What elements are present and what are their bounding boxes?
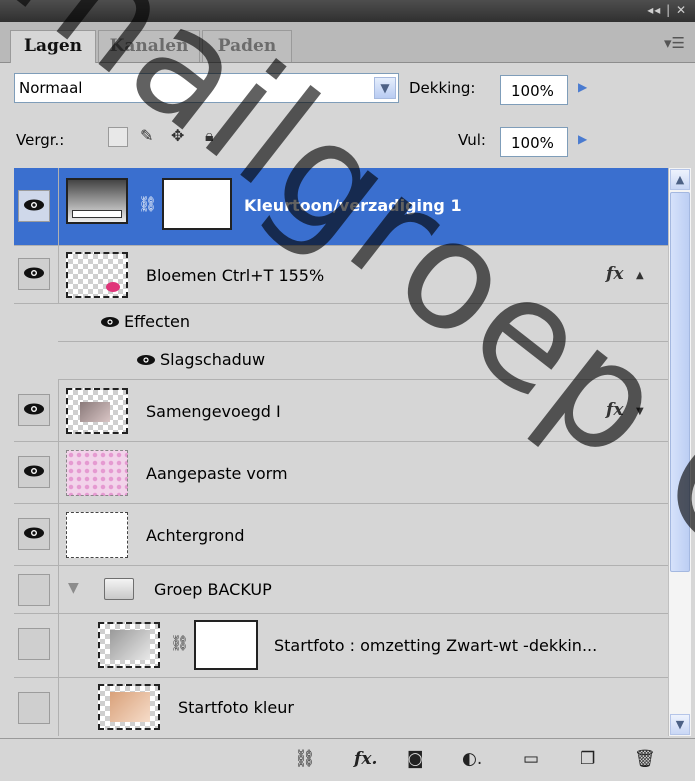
scroll-up-icon[interactable]: ▲ [670,169,690,190]
chevron-down-icon[interactable]: ▼ [374,77,396,99]
chain-link-icon[interactable]: ⛓ [170,634,189,652]
add-mask-icon[interactable]: ◙ [407,749,424,769]
layer-row-achtergrond[interactable]: Achtergrond [14,504,668,566]
layer-row-startfoto-kleur[interactable]: Startfoto kleur [14,678,668,736]
effect-drop-shadow-row[interactable]: Slagschaduw [58,342,668,380]
expand-effects-icon[interactable]: ▲ [636,270,644,281]
visibility-toggle[interactable] [18,394,50,426]
layer-thumbnail [98,622,160,668]
link-layers-icon[interactable]: ⛓ [294,749,316,769]
adjustment-layer-icon[interactable]: ◐. [462,749,482,769]
tab-kanalen[interactable]: Kanalen [98,30,200,62]
add-layer-style-icon[interactable]: fx. [354,749,377,769]
layer-row-aangepaste-vorm[interactable]: Aangepaste vorm [14,442,668,504]
fx-icon[interactable]: fx [606,264,623,284]
eye-icon [24,267,44,279]
layer-name[interactable]: Bloemen Ctrl+T 155% [146,266,324,285]
layers-scrollbar[interactable]: ▲ ▼ [668,168,691,736]
eye-icon [24,403,44,415]
layer-name[interactable]: Groep BACKUP [154,580,272,599]
layer-name[interactable]: Achtergrond [146,526,244,545]
layer-name[interactable]: Startfoto kleur [178,698,294,717]
tab-lagen[interactable]: Lagen [10,30,96,63]
folder-icon [104,578,134,600]
eye-icon [24,199,44,211]
lock-position-icon[interactable]: ✥ [171,126,184,145]
new-group-icon[interactable]: ▭ [523,749,539,769]
layer-mask-thumbnail [162,178,232,230]
panel-menu-icon[interactable]: ▾☰ [664,34,685,52]
layer-row-hue-saturation[interactable]: ⛓ Kleurtoon/verzadiging 1 [14,168,668,246]
blend-mode-select[interactable]: Normaal ▼ [14,73,399,103]
layer-thumbnail [66,450,128,496]
layer-thumbnail [66,252,128,298]
adjustment-thumbnail-icon [66,178,128,224]
layer-row-startfoto-omzetting[interactable]: ⛓ Startfoto : omzetting Zwart-wt -dekkin… [14,614,668,678]
effects-label[interactable]: Effecten [124,312,190,331]
panel-window-controls[interactable]: ◂◂ | ✕ [647,3,687,17]
lock-all-icon[interactable]: 🔒︎ [205,126,214,146]
fill-stepper-icon[interactable]: ▶ [578,132,587,146]
visibility-toggle[interactable] [18,518,50,550]
opacity-stepper-icon[interactable]: ▶ [578,80,587,94]
visibility-toggle[interactable] [18,190,50,222]
chain-link-icon[interactable]: ⛓ [138,195,157,213]
layer-mask-thumbnail [194,620,258,670]
opacity-field[interactable]: 100% [500,75,568,105]
eye-icon [137,355,155,365]
visibility-toggle[interactable] [18,692,50,724]
layer-thumbnail [98,684,160,730]
panel-title-bar: ◂◂ | ✕ [0,0,695,22]
fill-field[interactable]: 100% [500,127,568,157]
eye-icon [24,465,44,477]
scroll-down-icon[interactable]: ▼ [670,714,690,735]
layer-name[interactable]: Startfoto : omzetting Zwart-wt -dekkin..… [274,636,597,655]
eye-icon [24,527,44,539]
layer-name[interactable]: Samengevoegd I [146,402,281,421]
layer-row-samengevoegd[interactable]: Samengevoegd I fx ▼ [14,380,668,442]
layer-group-row[interactable]: ▼ Groep BACKUP [14,566,668,614]
visibility-toggle[interactable] [18,628,50,660]
layer-name[interactable]: Kleurtoon/verzadiging 1 [244,196,462,215]
visibility-toggle[interactable] [18,258,50,290]
tab-bar: Lagen Kanalen Paden ▾☰ [0,22,695,63]
fill-label: Vul: [458,131,486,149]
tab-paden[interactable]: Paden [202,30,292,62]
expand-triangle-icon[interactable]: ▼ [68,580,79,596]
blend-mode-value: Normaal [19,79,83,97]
layer-thumbnail [66,388,128,434]
opacity-value: 100% [511,82,554,100]
layer-row-bloemen[interactable]: Bloemen Ctrl+T 155% fx ▲ [14,246,668,304]
scrollbar-thumb[interactable] [670,192,690,572]
lock-label: Vergr.: [16,131,65,149]
layers-list: ⛓ Kleurtoon/verzadiging 1 Bloemen Ctrl+T… [14,168,668,736]
lock-pixels-icon[interactable]: ✎ [140,126,153,145]
fill-value: 100% [511,134,554,152]
visibility-toggle[interactable] [18,456,50,488]
collapse-effects-icon[interactable]: ▼ [636,406,644,417]
eye-icon [101,317,119,327]
opacity-label: Dekking: [409,79,476,97]
new-layer-icon[interactable]: ❐ [580,749,595,769]
layer-name[interactable]: Aangepaste vorm [146,464,288,483]
fx-icon[interactable]: fx [606,400,623,420]
layer-thumbnail [66,512,128,558]
lock-transparency-icon[interactable] [108,127,128,147]
effects-row[interactable]: Effecten [58,304,668,342]
trash-icon[interactable]: 🗑︎ [634,749,656,769]
effect-name[interactable]: Slagschaduw [160,350,265,369]
visibility-toggle[interactable] [18,574,50,606]
layers-bottom-toolbar: ⛓ fx. ◙ ◐. ▭ ❐ 🗑︎ [0,738,695,781]
